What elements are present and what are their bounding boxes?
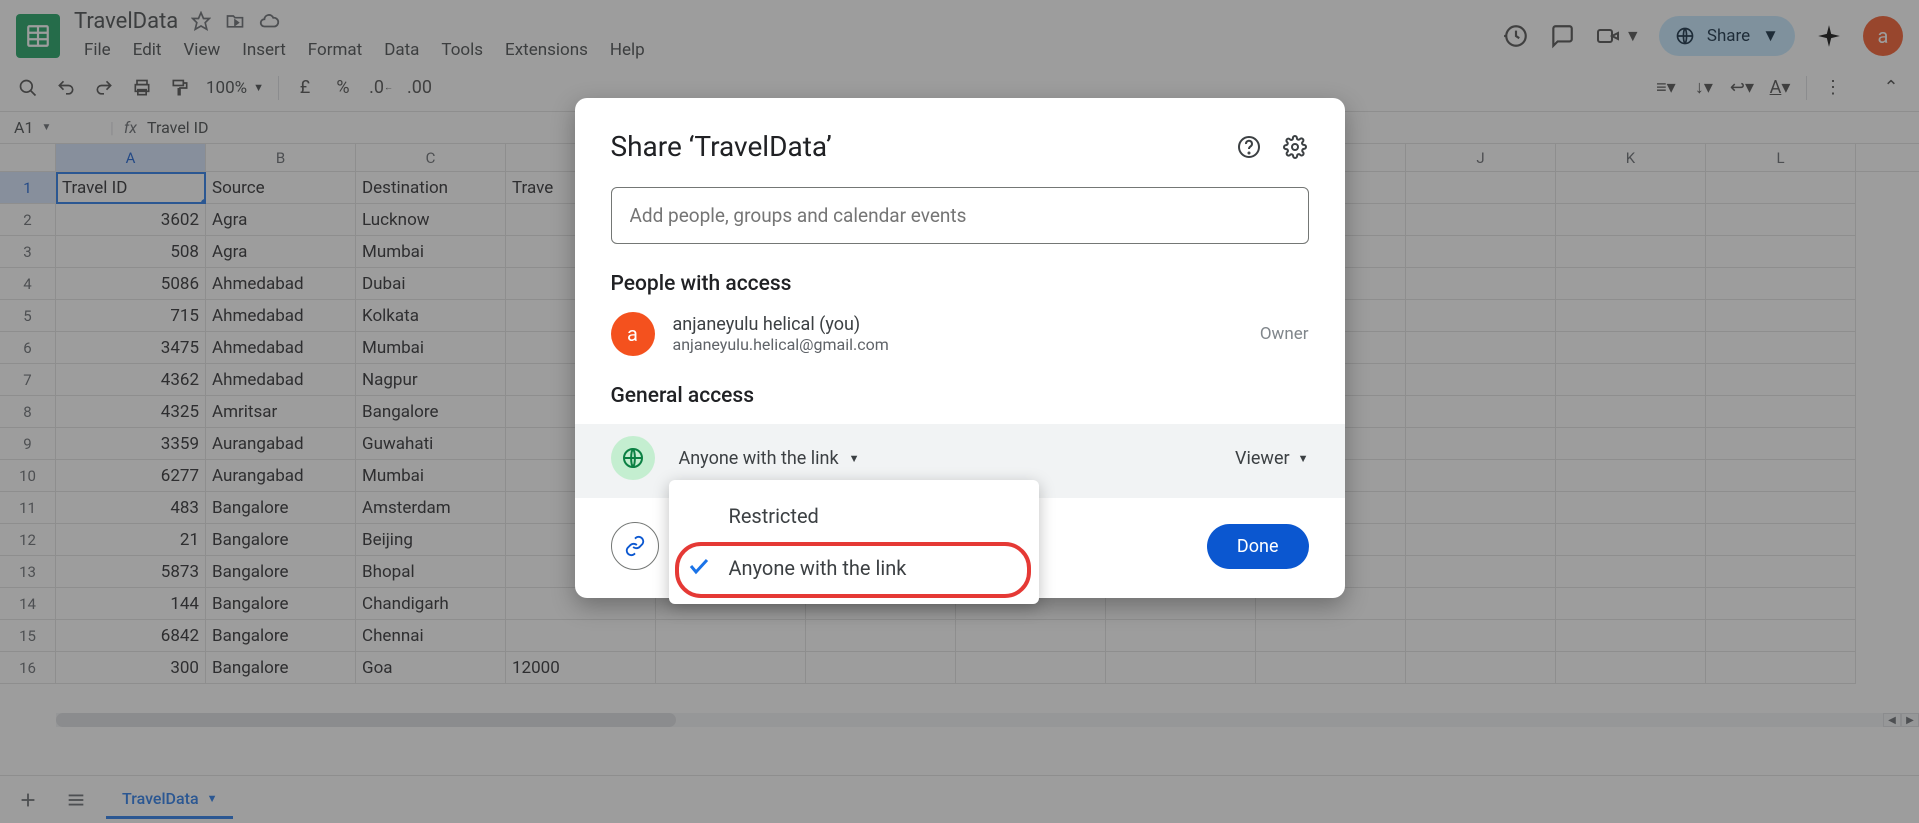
copy-link-button[interactable] (611, 522, 659, 570)
caret-down-icon: ▼ (1298, 452, 1309, 465)
person-role: Owner (1260, 324, 1309, 344)
access-dropdown[interactable]: Anyone with the link ▼ (669, 442, 870, 475)
people-heading: People with access (611, 272, 1309, 296)
person-avatar: a (611, 312, 655, 356)
share-dialog: Share ‘TravelData’ People with access a … (575, 98, 1345, 598)
done-button[interactable]: Done (1207, 524, 1309, 569)
help-icon[interactable] (1235, 133, 1263, 161)
dropdown-option-anyone[interactable]: Anyone with the link (669, 542, 1039, 594)
caret-down-icon: ▼ (849, 452, 860, 465)
globe-icon (611, 436, 655, 480)
dialog-title: Share ‘TravelData’ (611, 130, 832, 163)
check-icon (687, 554, 711, 583)
general-heading: General access (611, 384, 1309, 408)
role-dropdown[interactable]: Viewer ▼ (1235, 448, 1308, 469)
settings-icon[interactable] (1281, 133, 1309, 161)
person-row: a anjaneyulu helical (you) anjaneyulu.he… (611, 312, 1309, 356)
access-dropdown-menu: Restricted Anyone with the link (669, 480, 1039, 604)
add-people-input[interactable] (611, 187, 1309, 244)
person-name: anjaneyulu helical (you) (673, 314, 1242, 335)
modal-overlay: Share ‘TravelData’ People with access a … (0, 0, 1919, 823)
person-email: anjaneyulu.helical@gmail.com (673, 335, 1242, 354)
dropdown-option-restricted[interactable]: Restricted (669, 490, 1039, 542)
